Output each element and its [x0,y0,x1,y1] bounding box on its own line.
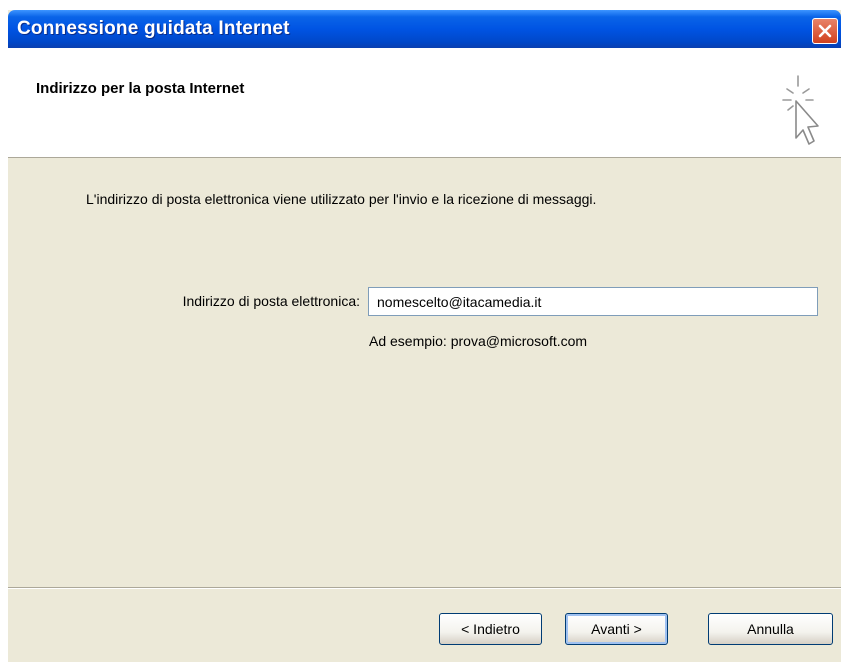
page-title: Indirizzo per la posta Internet [36,80,245,97]
close-button[interactable] [812,18,838,44]
window-title: Connessione guidata Internet [17,18,290,39]
email-field[interactable] [368,287,818,316]
title-bar[interactable]: Connessione guidata Internet [8,10,841,48]
back-button[interactable]: < Indietro [439,613,542,645]
email-label: Indirizzo di posta elettronica: [182,293,360,309]
example-hint: Ad esempio: prova@microsoft.com [369,333,588,349]
footer-divider [8,587,841,589]
wizard-window: Connessione guidata Internet Indirizzo p… [8,10,841,662]
next-button[interactable]: Avanti > [565,613,668,645]
cancel-button[interactable]: Annulla [708,613,833,645]
cursor-sparkle-icon [782,75,819,145]
close-icon [818,24,832,38]
header-panel: Indirizzo per la posta Internet [8,48,841,158]
description-text: L'indirizzo di posta elettronica viene u… [86,191,597,207]
